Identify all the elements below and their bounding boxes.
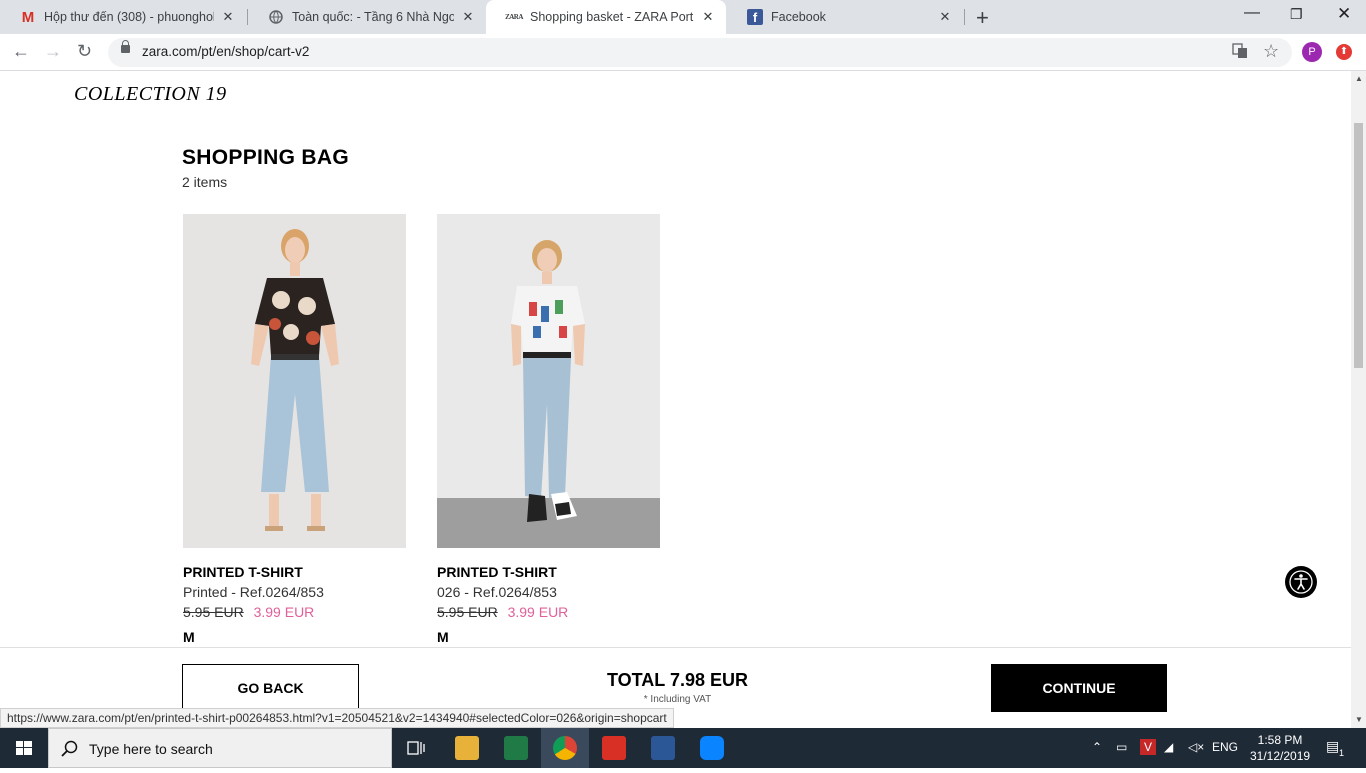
tab-facebook[interactable]: f Facebook ✕ (727, 0, 963, 34)
zalo-icon[interactable] (700, 736, 724, 760)
back-arrow-icon[interactable]: ← (12, 41, 30, 62)
tab-title: Facebook (771, 10, 826, 24)
accessibility-icon (1289, 570, 1313, 594)
extension-icon[interactable]: ⬆ (1336, 44, 1352, 60)
reload-icon[interactable]: ↻ (77, 41, 92, 62)
product-price: 5.95 EUR 3.99 EUR (437, 604, 661, 620)
vat-note: * Including VAT (643, 694, 712, 705)
tab-title: Hộp thư đến (308) - phuonghola (44, 10, 214, 24)
close-window-button[interactable]: ✕ (1337, 4, 1351, 24)
address-bar[interactable]: zara.com/pt/en/shop/cart-v2 ☆ (108, 38, 1292, 67)
url-text[interactable]: zara.com/pt/en/shop/cart-v2 (142, 44, 309, 59)
close-icon[interactable]: ✕ (700, 9, 716, 25)
product-size: M (437, 629, 449, 645)
system-clock[interactable]: 1:58 PM 31/12/2019 (1250, 732, 1310, 764)
status-bar-url: https://www.zara.com/pt/en/printed-t-shi… (0, 708, 674, 728)
wifi-icon[interactable]: ◢ (1164, 740, 1173, 754)
order-total: TOTAL 7.98 EUR (606, 670, 749, 690)
original-price: 5.95 EUR (183, 604, 244, 620)
clock-time: 1:58 PM (1257, 733, 1303, 747)
excel-icon[interactable] (504, 736, 528, 760)
notifications-icon[interactable]: ▤ (1326, 738, 1339, 755)
continue-button[interactable]: CONTINUE (991, 664, 1167, 712)
product-name[interactable]: PRINTED T-SHIRT (437, 564, 661, 580)
scroll-up-icon[interactable]: ▲ (1355, 74, 1363, 83)
product-size: M (183, 629, 195, 645)
product-image[interactable] (437, 214, 660, 548)
collection-label: COLLECTION 19 (74, 83, 227, 105)
product-price: 5.95 EUR 3.99 EUR (183, 604, 407, 620)
close-icon[interactable]: ✕ (460, 9, 476, 25)
show-hidden-icons-icon[interactable]: ⌃ (1092, 740, 1102, 754)
sale-price: 3.99 EUR (507, 604, 569, 620)
battery-icon[interactable]: ▭ (1116, 740, 1127, 754)
cart-item: PRINTED T-SHIRT 026 - Ref.0264/853 5.95 … (437, 214, 661, 645)
close-icon[interactable]: ✕ (937, 9, 953, 25)
page-scrollbar[interactable]: ▲ ▼ (1351, 71, 1366, 728)
word-icon[interactable] (651, 736, 675, 760)
browser-tab-bar: M Hộp thư đến (308) - phuonghola ✕ Toàn … (0, 0, 1366, 34)
page-title: SHOPPING BAG (182, 146, 349, 169)
profile-avatar[interactable]: P (1302, 42, 1322, 62)
restore-button[interactable]: ❐ (1290, 6, 1303, 23)
translate-icon[interactable] (1232, 43, 1248, 63)
tab-title: Toàn quốc: - Tầng 6 Nhà Ngong (292, 10, 454, 24)
chrome-icon[interactable] (553, 736, 577, 760)
zara-logo[interactable]: ZARA (14, 71, 236, 75)
language-indicator[interactable]: ENG (1212, 740, 1238, 754)
accessibility-button[interactable] (1285, 566, 1317, 598)
new-tab-button[interactable]: + (976, 5, 989, 31)
browser-toolbar: ← → ↻ zara.com/pt/en/shop/cart-v2 ☆ P ⬆ (0, 34, 1366, 71)
windows-icon (16, 741, 32, 755)
product-reference: 026 - Ref.0264/853 (437, 584, 557, 600)
lock-icon (121, 40, 130, 53)
original-price: 5.95 EUR (437, 604, 498, 620)
product-reference: Printed - Ref.0264/853 (183, 584, 324, 600)
search-placeholder: Type here to search (89, 741, 213, 757)
cart-item: PRINTED T-SHIRT Printed - Ref.0264/853 5… (183, 214, 407, 645)
search-icon (61, 740, 78, 757)
windows-taskbar: Type here to search ⌃ ▭ V ◢ ◁× ENG 1:58 … (0, 728, 1366, 768)
close-icon[interactable]: ✕ (220, 9, 236, 25)
sale-price: 3.99 EUR (253, 604, 315, 620)
scroll-down-icon[interactable]: ▼ (1355, 715, 1363, 724)
product-name[interactable]: PRINTED T-SHIRT (183, 564, 407, 580)
task-view-icon[interactable] (404, 736, 428, 760)
volume-mute-icon[interactable]: ◁× (1188, 740, 1204, 754)
item-count: 2 items (182, 174, 228, 190)
zara-icon: ZARA (505, 13, 523, 21)
globe-icon (268, 9, 284, 25)
tab-toan-quoc[interactable]: Toàn quốc: - Tầng 6 Nhà Ngong ✕ (248, 0, 486, 34)
go-back-button[interactable]: GO BACK (182, 664, 359, 712)
scrollbar-thumb[interactable] (1354, 123, 1363, 368)
vpn-tray-icon[interactable]: V (1140, 739, 1156, 755)
taskbar-search[interactable]: Type here to search (48, 728, 392, 768)
facebook-icon: f (747, 9, 763, 25)
pdf-icon[interactable] (602, 736, 626, 760)
gmail-icon: M (21, 8, 35, 26)
start-button[interactable] (0, 728, 48, 768)
clock-date: 31/12/2019 (1250, 749, 1311, 763)
product-image[interactable] (183, 214, 406, 548)
tab-zara[interactable]: ZARA Shopping basket - ZARA Portuga ✕ (486, 0, 726, 34)
tab-title: Shopping basket - ZARA Portuga (530, 10, 694, 24)
tab-gmail[interactable]: M Hộp thư đến (308) - phuonghola ✕ (0, 0, 246, 34)
notification-count: 1 (1339, 748, 1345, 758)
minimize-button[interactable]: — (1244, 4, 1260, 22)
bookmark-star-icon[interactable]: ☆ (1263, 41, 1279, 62)
file-explorer-icon[interactable] (455, 736, 479, 760)
page-content: ZARA COLLECTION 19 SHOPPING BAG 2 items (0, 71, 1351, 728)
forward-arrow-icon[interactable]: → (44, 41, 62, 62)
